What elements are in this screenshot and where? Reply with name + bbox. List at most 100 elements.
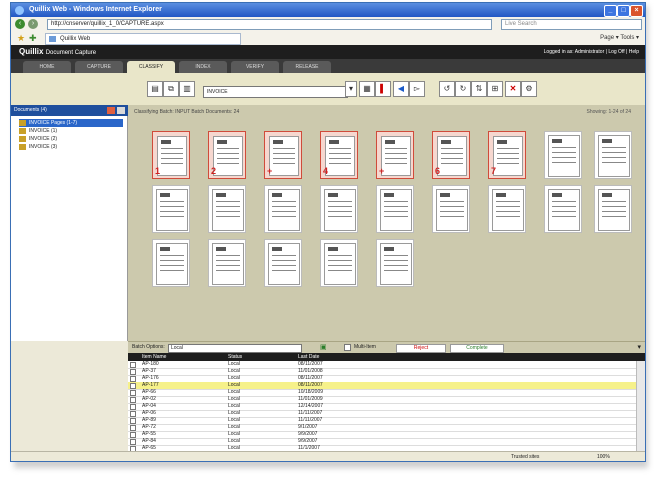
merge-document-icon[interactable]: ▥ [179,81,195,97]
favorites-star-icon[interactable]: ★ [17,33,25,44]
zoom-level[interactable]: 100% [597,452,610,461]
url-field[interactable]: http://cnserver/quillix_1_0/CAPTURE.aspx [47,19,492,30]
page-number: 6 [435,166,441,176]
page-thumbnail[interactable] [376,185,414,233]
table-cell: Local [228,396,240,402]
apply-type-icon[interactable]: ▦ [359,81,375,97]
browser-tab[interactable]: Quillix Web [45,33,241,45]
tree-item-label: INVOICE Pages (1-7) [29,120,78,126]
column-header[interactable]: Item Name [142,353,166,361]
page-thumbnail[interactable]: 1 [152,131,190,179]
table-cell: 10/18/2009 [298,389,324,395]
page-thumbnail[interactable] [544,131,582,179]
table-cell: 08/11/2007 [298,382,323,388]
apply-icon[interactable]: ▣ [320,343,327,351]
command-bar[interactable]: Page ▾ Tools ▾ [600,33,639,43]
document-tree: INVOICE Pages (1-7) INVOICE (1) INVOICE … [19,119,123,151]
page-thumbnail[interactable] [594,131,632,179]
page-thumbnail[interactable] [432,185,470,233]
reject-button[interactable]: Reject [396,344,446,353]
page-thumbnail[interactable]: 6 [432,131,470,179]
page-thumbnail[interactable] [376,239,414,287]
move-left-icon[interactable]: ◀ [393,81,409,97]
tree-header: Documents (4) [11,105,130,116]
close-button[interactable]: × [630,5,643,17]
batch-option-select[interactable]: Local [168,344,302,353]
folder-icon [19,120,26,126]
table-cell: 9/9/2007 [298,431,318,437]
properties-icon[interactable]: ⚙ [521,81,537,97]
chevron-down-icon[interactable]: ▾ [345,81,357,97]
back-icon[interactable]: ‹ [15,19,25,29]
add-favorite-icon[interactable]: ✚ [29,33,37,44]
user-info[interactable]: Logged in as: Administrator | Log Off | … [544,49,639,55]
page-thumbnail[interactable]: 4 [320,131,358,179]
app-logo: Quillix Document Capture [19,47,96,56]
column-header[interactable]: Status [228,353,242,361]
page-thumbnail[interactable] [320,185,358,233]
tree-header-label: Documents (4) [14,107,47,113]
tab-verify[interactable]: VERIFY [231,61,279,73]
grid-scrollbar[interactable] [636,361,645,451]
delete-icon[interactable]: ✕ [505,81,521,97]
tree-item[interactable]: INVOICE (2) [19,135,123,143]
zone-status: Trusted sites [511,454,540,460]
page-number: 4 [323,166,329,176]
table-cell: Local [228,438,240,444]
rotate-left-icon[interactable]: ↺ [439,81,455,97]
page-thumbnail[interactable] [488,185,526,233]
minimize-button[interactable]: _ [604,5,617,17]
page-thumbnail[interactable] [320,239,358,287]
tree-item[interactable]: INVOICE (1) [19,127,123,135]
move-right-icon[interactable]: ▻ [409,81,425,97]
table-cell: AP-84 [142,438,156,444]
tree-item[interactable]: INVOICE Pages (1-7) [19,119,123,127]
split-document-icon[interactable]: ⧉ [163,81,179,97]
column-header[interactable]: Last Date [298,353,319,361]
tab-home[interactable]: HOME [23,61,71,73]
maximize-button[interactable]: □ [617,5,630,17]
page-thumbnail[interactable] [208,239,246,287]
multi-item-checkbox[interactable] [344,344,351,351]
page-thumbnail[interactable] [152,239,190,287]
expand-icon[interactable] [117,107,125,114]
forward-icon[interactable]: › [28,19,38,29]
collapse-icon[interactable] [107,107,115,114]
complete-button[interactable]: Complete [450,344,504,353]
page-thumbnail[interactable]: + [376,131,414,179]
document-type-select[interactable]: INVOICE [203,86,348,98]
thumbnail-panel: Classifying Batch: INPUT Batch Documents… [128,105,645,341]
new-document-icon[interactable]: ▤ [147,81,163,97]
page-thumbnail[interactable] [152,185,190,233]
table-cell: 11/01/2008 [298,368,323,374]
page-thumbnail[interactable]: 7 [488,131,526,179]
tab-index[interactable]: INDEX [179,61,227,73]
zoom-icon[interactable]: ⊞ [487,81,503,97]
tab-classify[interactable]: CLASSIFY [127,61,175,73]
table-cell: Local [228,417,240,423]
page-thumbnail[interactable] [264,239,302,287]
flag-icon[interactable]: ▌ [375,81,391,97]
table-cell: AP-176 [142,375,159,381]
tree-item-label: INVOICE (3) [29,144,58,150]
table-cell: AP-180 [142,361,159,367]
title-bar: Quillix Web - Windows Internet Explorer … [11,3,645,17]
page-thumbnail[interactable] [594,185,632,233]
page-thumbnail[interactable]: + [264,131,302,179]
chevron-down-icon[interactable]: ▾ [637,343,641,351]
rotate-right-icon[interactable]: ↻ [455,81,471,97]
tab-capture[interactable]: CAPTURE [75,61,123,73]
page-thumbnail[interactable] [208,185,246,233]
page-thumbnail[interactable] [544,185,582,233]
page-thumbnail[interactable]: 2 [208,131,246,179]
search-input[interactable]: Live Search [501,19,642,30]
paging-info: Showing: 1-24 of 24 [586,109,631,115]
table-cell: 9/1/2007 [298,424,318,430]
tab-release[interactable]: RELEASE [283,61,331,73]
table-cell: 11/11/2007 [298,410,323,416]
flip-icon[interactable]: ⇅ [471,81,487,97]
tree-item[interactable]: INVOICE (3) [19,143,123,151]
classify-toolbar: ▤ ⧉ ▥ INVOICE ▾ ▦ ▌ ◀ ▻ ↺ ↻ ⇅ ⊞ ✕ ⚙ [11,73,645,106]
table-cell: Local [228,382,240,388]
page-thumbnail[interactable] [264,185,302,233]
